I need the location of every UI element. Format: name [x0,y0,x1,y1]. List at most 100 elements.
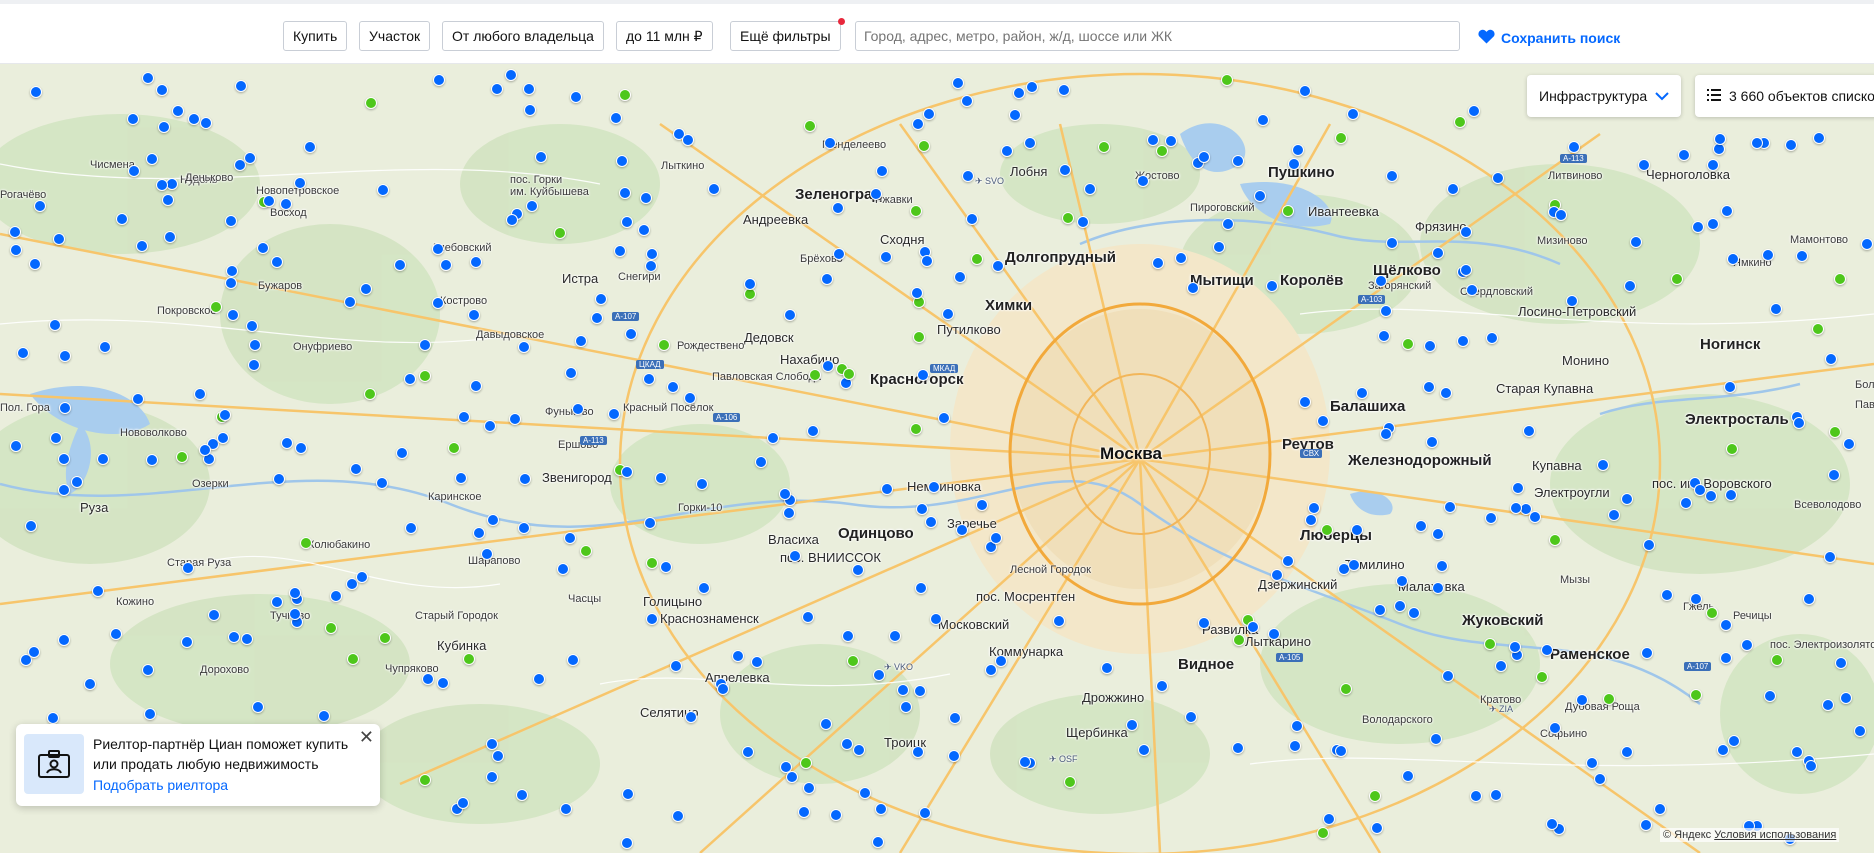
listing-marker[interactable] [376,477,388,489]
listing-marker[interactable] [1378,330,1390,342]
listing-marker[interactable] [1509,641,1521,653]
listing-marker[interactable] [84,678,96,690]
listing-marker[interactable] [394,259,406,271]
listing-marker[interactable] [847,655,859,667]
listing-marker[interactable] [1380,428,1392,440]
listing-marker[interactable] [208,609,220,621]
listing-marker[interactable] [1624,280,1636,292]
listing-marker[interactable] [1726,443,1738,455]
listing-marker[interactable] [1305,514,1317,526]
listing-marker[interactable] [470,256,482,268]
listing-marker[interactable] [294,177,306,189]
listing-marker[interactable] [930,613,942,625]
listing-marker[interactable] [481,548,493,560]
listing-marker[interactable] [742,746,754,758]
listing-marker[interactable] [1138,744,1150,756]
listing-marker[interactable] [219,409,231,421]
listing-marker[interactable] [1495,660,1507,672]
listing-marker[interactable] [1621,746,1633,758]
listing-marker[interactable] [146,153,158,165]
listing-marker[interactable] [928,481,940,493]
listing-marker[interactable] [918,140,930,152]
listing-marker[interactable] [519,473,531,485]
listing-marker[interactable] [923,108,935,120]
listing-marker[interactable] [1317,827,1329,839]
listing-marker[interactable] [914,685,926,697]
listing-marker[interactable] [557,563,569,575]
listing-marker[interactable] [1549,722,1561,734]
listing-marker[interactable] [1727,253,1739,265]
listing-marker[interactable] [1323,813,1335,825]
listing-marker[interactable] [1432,582,1444,594]
listing-marker[interactable] [1541,644,1553,656]
listing-marker[interactable] [304,141,316,153]
listing-marker[interactable] [667,381,679,393]
listing-marker[interactable] [318,710,330,722]
listing-marker[interactable] [580,545,592,557]
listing-marker[interactable] [567,654,579,666]
listing-marker[interactable] [783,507,795,519]
listing-marker[interactable] [9,226,21,238]
listing-marker[interactable] [915,582,927,594]
listing-marker[interactable] [535,151,547,163]
listing-marker[interactable] [1126,719,1138,731]
listing-marker[interactable] [58,484,70,496]
listing-marker[interactable] [281,437,293,449]
listing-marker[interactable] [1690,689,1702,701]
listing-marker[interactable] [1213,241,1225,253]
listing-marker[interactable] [804,120,816,132]
listing-marker[interactable] [646,557,658,569]
listing-marker[interactable] [271,256,283,268]
listing-marker[interactable] [1447,183,1459,195]
listing-marker[interactable] [1254,190,1266,202]
listing-marker[interactable] [182,562,194,574]
listing-marker[interactable] [565,367,577,379]
listing-marker[interactable] [1288,158,1300,170]
listing-marker[interactable] [842,630,854,642]
listing-marker[interactable] [158,121,170,133]
listing-marker[interactable] [645,260,657,272]
listing-marker[interactable] [330,590,342,602]
listing-marker[interactable] [1822,699,1834,711]
listing-marker[interactable] [1608,509,1620,521]
listing-marker[interactable] [717,683,729,695]
listing-marker[interactable] [1486,332,1498,344]
listing-marker[interactable] [473,527,485,539]
listing-marker[interactable] [172,105,184,117]
listing-marker[interactable] [1460,226,1472,238]
listing-marker[interactable] [1468,105,1480,117]
listing-marker[interactable] [1834,273,1846,285]
listing-marker[interactable] [280,198,292,210]
listing-marker[interactable] [92,585,104,597]
listing-marker[interactable] [58,453,70,465]
listing-marker[interactable] [961,95,973,107]
listing-marker[interactable] [1371,822,1383,834]
listing-marker[interactable] [621,837,633,849]
listing-marker[interactable] [1840,692,1852,704]
listing-marker[interactable] [916,503,928,515]
listing-marker[interactable] [1714,133,1726,145]
listing-marker[interactable] [518,522,530,534]
listing-marker[interactable] [156,84,168,96]
close-icon[interactable]: ✕ [359,728,374,746]
listing-marker[interactable] [1165,135,1177,147]
listing-marker[interactable] [50,432,62,444]
listing-marker[interactable] [625,328,637,340]
listing-marker[interactable] [1728,735,1740,747]
listing-marker[interactable] [1861,238,1873,250]
listing-marker[interactable] [646,613,658,625]
listing-marker[interactable] [249,339,261,351]
listing-marker[interactable] [949,712,961,724]
listing-marker[interactable] [364,388,376,400]
listing-marker[interactable] [523,83,535,95]
listing-marker[interactable] [1812,323,1824,335]
listing-marker[interactable] [506,214,518,226]
listing-marker[interactable] [377,184,389,196]
listing-marker[interactable] [962,170,974,182]
listing-marker[interactable] [976,499,988,511]
listing-marker[interactable] [271,596,283,608]
listing-marker[interactable] [859,787,871,799]
listing-marker[interactable] [509,413,521,425]
listing-marker[interactable] [824,137,836,149]
listing-marker[interactable] [226,265,238,277]
